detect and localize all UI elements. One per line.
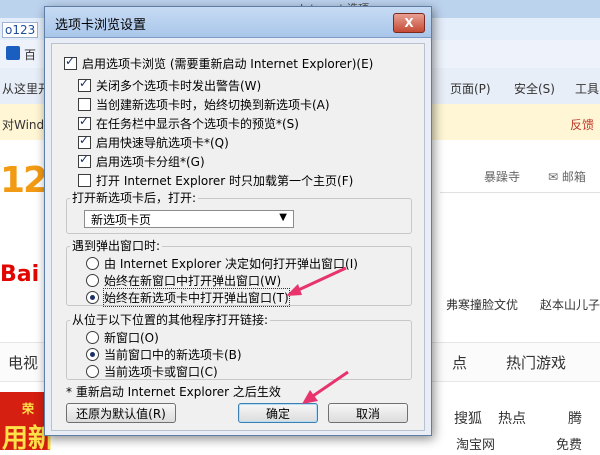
checkbox[interactable] [78,133,91,149]
nav-tv[interactable]: 电视 [8,352,38,373]
radio-label: 始终在新选项卡中打开弹出窗口(T) [103,287,290,307]
radio-label: 当前选项卡或窗口(C) [104,364,218,379]
links-group-label: 从位于以下位置的其他程序打开链接: [70,311,271,328]
chevron-down-icon: ▼ [279,212,287,223]
close-icon: X [404,16,414,30]
popup-option-new-tab[interactable]: 始终在新选项卡中打开弹出窗口(T) [86,287,290,307]
radio-label: 新窗口(O) [104,330,159,345]
checkbox-label: 在任务栏中显示各个选项卡的预览*(S) [96,116,299,131]
annotation-arrow-icon [302,370,349,404]
radio[interactable] [86,256,99,270]
enable-tabs-option[interactable]: 启用选项卡浏览 (需要重新启动 Internet Explorer)(E) [64,54,373,72]
dialog-body: 启用选项卡浏览 (需要重新启动 Internet Explorer)(E) 关闭… [51,43,425,431]
mail-label: 邮箱 [561,170,586,184]
check-option-quicktabs[interactable]: 启用快速导航选项卡*(Q) [78,133,229,151]
headline-1[interactable]: 弗寒撞脸文优 [446,296,518,313]
tabbed-browsing-dialog: 选项卡浏览设置 X 启用选项卡浏览 (需要重新启动 Internet Explo… [44,6,432,436]
menu-page[interactable]: 页面(P) [450,80,491,97]
check-option-first-home[interactable]: 打开 Internet Explorer 时只加载第一个主页(F) [78,171,353,189]
favorites-item[interactable]: 百 [24,46,36,63]
checkbox[interactable] [78,173,91,187]
promo-small: 荣 [22,402,35,416]
enable-tabs-checkbox[interactable] [64,54,77,70]
popup-group-label: 遇到弹出窗口时: [70,237,163,254]
checkbox[interactable] [78,76,91,92]
mail-link[interactable]: ✉ 邮箱 [548,168,586,185]
feedback-link[interactable]: 反馈 [570,116,594,133]
nav-hot-games[interactable]: 热门游戏 [506,352,566,373]
check-option-switch[interactable]: 当创建新选项卡时，始终切换到新选项卡(A) [78,95,330,113]
checkbox-label: 关闭多个选项卡时发出警告(W) [96,78,262,93]
restart-note: * 重新启动 Internet Explorer 之后生效 [66,384,281,399]
checkbox[interactable] [78,114,91,130]
menu-safety[interactable]: 安全(S) [514,80,555,97]
checkbox-label: 启用快速导航选项卡*(Q) [96,135,229,150]
link-sohu[interactable]: 搜狐 [454,408,482,428]
mail-icon: ✉ [548,170,559,184]
check-option-preview[interactable]: 在任务栏中显示各个选项卡的预览*(S) [78,114,299,132]
dialog-title: 选项卡浏览设置 [55,18,147,33]
link-taobao[interactable]: 淘宝网 [456,434,495,453]
links-option-new-tab[interactable]: 当前窗口中的新选项卡(B) [86,345,242,363]
baidu-logo[interactable]: Bai [0,262,39,287]
radio[interactable] [86,273,99,287]
radio-label: 当前窗口中的新选项卡(B) [104,347,242,362]
checkbox-label: 启用选项卡分组*(G) [96,154,205,169]
popup-option-new-window[interactable]: 始终在新窗口中打开弹出窗口(W) [86,271,281,289]
radio[interactable] [86,330,99,344]
enable-tabs-label: 启用选项卡浏览 (需要重新启动 Internet Explorer)(E) [82,56,374,71]
link-free[interactable]: 免费 [556,434,582,453]
link-hot[interactable]: 热点 [498,408,526,428]
radio[interactable] [86,364,99,378]
links-option-current[interactable]: 当前选项卡或窗口(C) [86,362,218,380]
links-option-new-window[interactable]: 新窗口(O) [86,328,159,346]
checkbox-label: 打开 Internet Explorer 时只加载第一个主页(F) [96,173,354,188]
radio[interactable] [86,290,99,304]
radio-label: 始终在新窗口中打开弹出窗口(W) [104,273,282,288]
newtab-group-label: 打开新选项卡后，打开: [70,189,199,206]
restore-defaults-button[interactable]: 还原为默认值(R) [66,403,176,423]
info-bar-text: 对Wind [2,118,45,132]
favorites-icon[interactable] [6,46,20,60]
side-item-1[interactable]: 暴躁寺 [484,168,520,185]
annotation-arrow-icon [286,266,347,296]
nav-point[interactable]: 点 [452,352,467,373]
dialog-titlebar[interactable]: 选项卡浏览设置 X [45,7,431,38]
checkbox[interactable] [78,152,91,168]
newtab-select-value: 新选项卡页 [91,212,152,227]
command-left[interactable]: 从这里开 [2,80,50,97]
link-tencent[interactable]: 腾 [568,408,582,428]
divider [440,192,600,193]
checkbox-label: 当创建新选项卡时，始终切换到新选项卡(A) [96,97,330,112]
check-option-grouping[interactable]: 启用选项卡分组*(G) [78,152,205,170]
menu-tools[interactable]: 工具 [575,80,599,97]
address-text[interactable]: o123 [2,22,39,38]
newtab-select[interactable]: 新选项卡页 ▼ [84,210,294,228]
check-option-warn[interactable]: 关闭多个选项卡时发出警告(W) [78,76,261,94]
headline-2[interactable]: 赵本山儿子 [540,296,600,313]
checkbox[interactable] [78,97,91,111]
radio[interactable] [86,347,99,361]
close-button[interactable]: X [393,13,425,33]
